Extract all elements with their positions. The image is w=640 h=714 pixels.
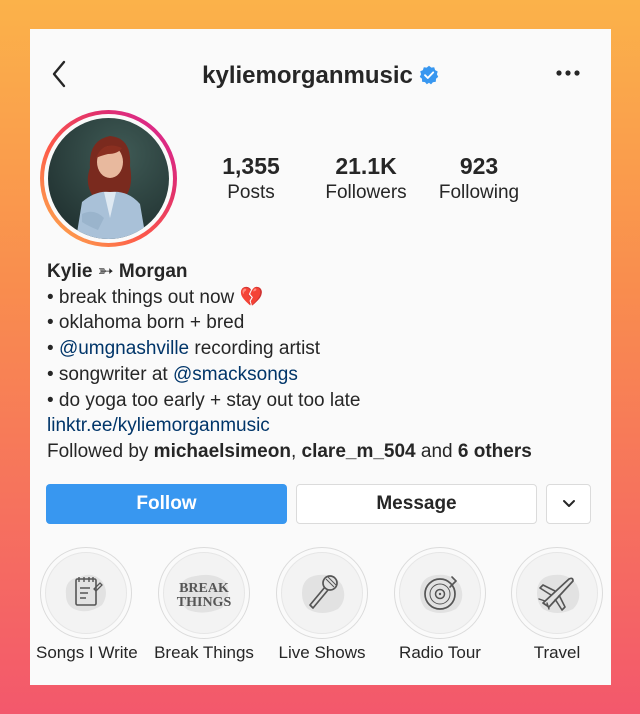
display-name: Kylie ➳ Morgan [47,261,188,282]
followed-by[interactable]: Followed by michaelsimeon, clare_m_504 a… [47,439,607,465]
stat-followers[interactable]: 21.1K Followers [316,153,416,205]
profile-photo-image [48,118,169,239]
mention-umgnashville-link[interactable]: @umgnashville [59,338,189,359]
header-title: kyliemorganmusic [30,62,611,90]
highlight-label: Radio Tour [399,643,481,662]
highlight-live-shows[interactable]: Live Shows [272,547,372,663]
highlight-label: Live Shows [278,643,366,662]
highlight-songs-i-write[interactable]: Songs I Write [36,547,138,663]
vinyl-record-icon [420,574,463,613]
break-things-text-icon: BREAK THINGS [177,574,232,613]
break-things-logo-line1: BREAK [179,581,229,596]
mention-smacksongs-link[interactable]: @smacksongs [173,364,298,385]
bullet: • [47,338,59,360]
more-options-button[interactable] [553,63,583,83]
profile-card: kyliemorganmusic 1,355 Posts 21.1K Follo… [30,29,611,685]
bio-line: • oklahoma born + bred [47,312,245,334]
top-bar: kyliemorganmusic [30,29,611,119]
website-link[interactable]: linktr.ee/kyliemorganmusic [47,413,607,439]
suggested-dropdown-button[interactable] [546,484,591,524]
highlight-travel[interactable]: Travel [507,547,607,663]
highlight-radio-tour[interactable]: Radio Tour [390,547,490,663]
follower-username[interactable]: michaelsimeon [154,441,291,462]
bio-line: • songwriter at @smacksongs [47,362,607,388]
followed-by-others[interactable]: 6 others [458,441,532,462]
microphone-icon [302,574,345,613]
follower-username[interactable]: clare_m_504 [302,441,416,462]
highlight-label: Travel [533,643,581,662]
message-button[interactable]: Message [296,484,537,524]
bio: Kylie ➳ Morgan • break things out now 💔 … [47,259,607,465]
followed-by-prefix: Followed by [47,440,154,462]
stat-posts[interactable]: 1,355 Posts [210,153,292,205]
posts-label: Posts [227,182,275,203]
bio-text: • songwriter at [47,363,173,385]
break-things-logo-line2: THINGS [177,595,232,610]
profile-photo [48,118,169,239]
bio-line: • do yoga too early + stay out too late [47,389,361,411]
more-dots-icon [556,70,580,76]
avatar[interactable] [40,110,177,247]
verified-badge-icon [419,65,439,85]
highlight-break-things[interactable]: BREAK THINGS Break Things [154,547,254,663]
stat-following[interactable]: 923 Following [432,153,526,205]
highlight-label: Songs I Write [36,643,138,662]
airplane-icon [537,574,580,613]
chevron-down-icon [562,500,575,507]
posts-count: 1,355 [222,153,280,179]
bio-line: • break things out now 💔 [47,286,264,308]
following-count: 923 [459,153,499,179]
bio-text: recording artist [189,338,321,360]
highlight-label: Break Things [154,643,254,662]
conjunction: and [415,440,458,462]
followers-count: 21.1K [335,153,397,179]
notepad-icon [65,574,106,612]
separator: , [290,440,302,462]
profile-username: kyliemorganmusic [202,62,413,89]
bio-line: • @umgnashville recording artist [47,336,607,362]
followers-label: Followers [325,182,407,203]
follow-button[interactable]: Follow [46,484,287,524]
following-label: Following [438,182,520,203]
